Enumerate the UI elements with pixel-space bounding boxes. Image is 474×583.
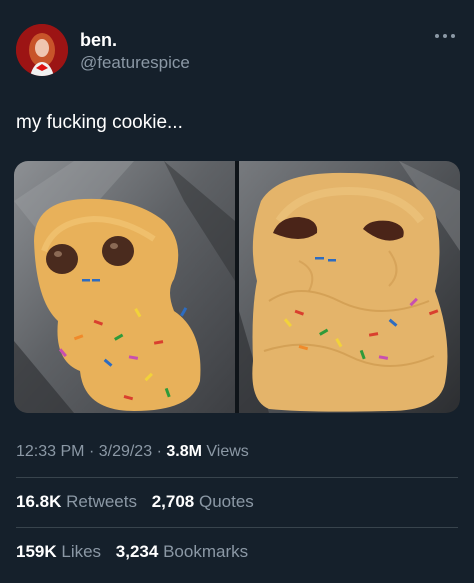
display-name[interactable]: ben.: [80, 30, 117, 51]
views-count: 3.8M: [166, 443, 202, 460]
divider: [16, 527, 458, 528]
meta-separator: ·: [88, 443, 95, 460]
divider: [16, 477, 458, 478]
meta-separator: ·: [156, 443, 162, 460]
bookmarks-link[interactable]: 3,234 Bookmarks: [116, 542, 248, 562]
bookmarks-count: 3,234: [115, 542, 159, 561]
timestamp-date[interactable]: 3/29/23: [99, 443, 152, 460]
photo-baked-cookie[interactable]: [239, 161, 460, 413]
more-horizontal-icon[interactable]: [432, 28, 458, 44]
tweet-header: ben. @featurespice: [16, 24, 458, 78]
stats-row-reactions: 159K Likes 3,234 Bookmarks: [16, 542, 258, 562]
media-grid: [14, 161, 460, 413]
likes-label: Likes: [61, 542, 102, 561]
views-label: Views: [206, 443, 249, 460]
quotes-link[interactable]: 2,708 Quotes: [152, 492, 254, 512]
user-handle[interactable]: @featurespice: [80, 53, 190, 73]
avatar[interactable]: [16, 24, 68, 76]
likes-count: 159K: [16, 542, 57, 561]
timestamp-time[interactable]: 12:33 PM: [16, 443, 84, 460]
bookmarks-label: Bookmarks: [163, 542, 249, 561]
retweets-count: 16.8K: [16, 492, 62, 511]
quotes-label: Quotes: [199, 492, 254, 511]
photo-cookie-dough[interactable]: [14, 161, 235, 413]
quotes-count: 2,708: [151, 492, 195, 511]
tweet-meta: 12:33 PM · 3/29/23 · 3.8M Views: [16, 443, 249, 461]
likes-link[interactable]: 159K Likes: [16, 542, 101, 562]
retweets-link[interactable]: 16.8K Retweets: [16, 492, 137, 512]
retweets-label: Retweets: [66, 492, 137, 511]
stats-row-shares: 16.8K Retweets 2,708 Quotes: [16, 492, 264, 512]
tweet-text: my fucking cookie...: [16, 112, 183, 133]
